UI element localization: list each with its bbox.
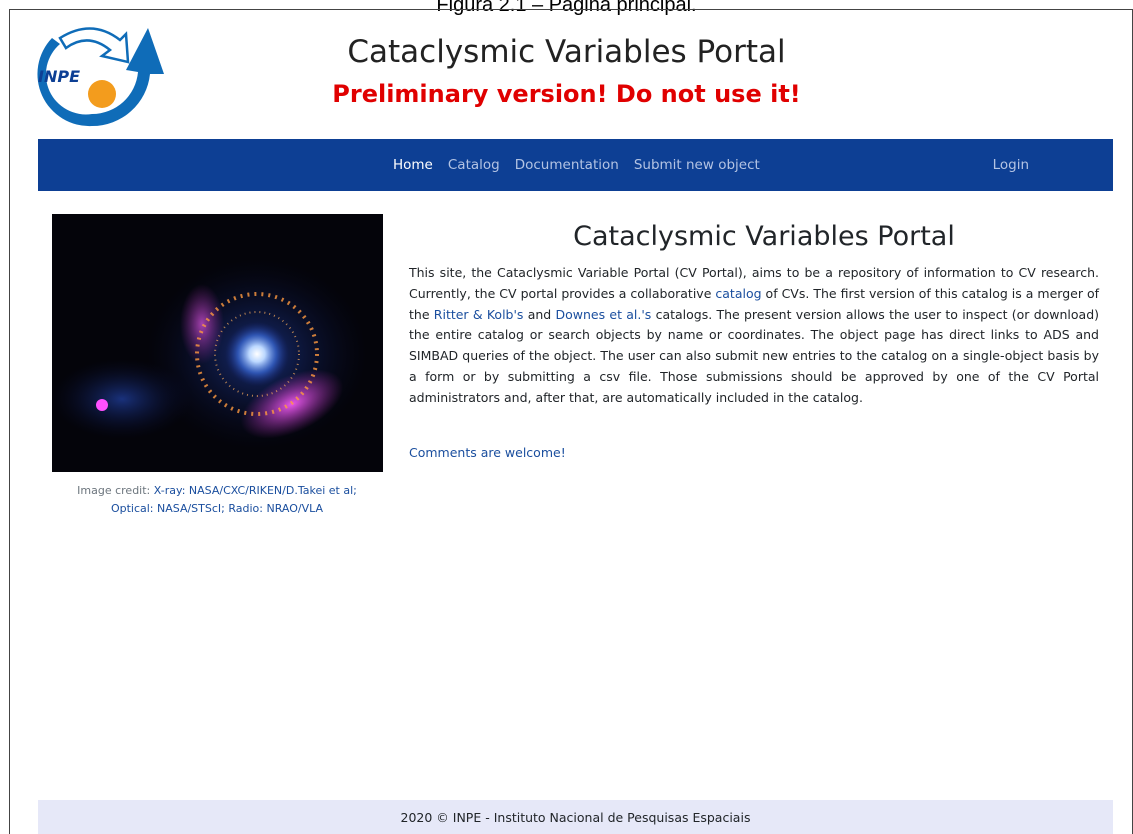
main-title: Cataclysmic Variables Portal	[573, 221, 955, 252]
comments-link[interactable]: Comments are welcome!	[409, 445, 566, 460]
intro-text-3: and	[523, 306, 556, 322]
credit-radio-link[interactable]: Radio: NRAO/VLA	[228, 502, 323, 515]
nav-home[interactable]: Home	[393, 157, 433, 173]
nav-links: Home Catalog Documentation Submit new ob…	[393, 139, 775, 191]
inpe-logo[interactable]: INPE	[30, 14, 180, 134]
nebula-image	[52, 214, 383, 472]
ritter-kolb-link[interactable]: Ritter & Kolb's	[434, 307, 524, 322]
nav-login[interactable]: Login	[993, 139, 1029, 191]
image-credit-prefix: Image credit:	[77, 484, 154, 497]
navbar: Home Catalog Documentation Submit new ob…	[38, 139, 1113, 191]
nebula-pink-left	[180, 284, 224, 364]
credit-optical-link[interactable]: Optical: NASA/STScI;	[111, 502, 225, 515]
downes-link[interactable]: Downes et al.'s	[556, 307, 652, 322]
footer: 2020 © INPE - Instituto Nacional de Pesq…	[38, 800, 1113, 834]
comments: Comments are welcome!	[409, 443, 566, 463]
site-title: Cataclysmic Variables Portal	[347, 34, 786, 70]
intro-paragraph: This site, the Cataclysmic Variable Port…	[409, 263, 1099, 409]
nav-catalog[interactable]: Catalog	[448, 157, 500, 173]
catalog-link[interactable]: catalog	[715, 286, 761, 301]
image-credit: Image credit: X-ray: NASA/CXC/RIKEN/D.Ta…	[50, 482, 384, 518]
pink-knot	[96, 399, 108, 411]
nav-documentation[interactable]: Documentation	[515, 157, 619, 173]
credit-xray-link[interactable]: X-ray: NASA/CXC/RIKEN/D.Takei et al;	[154, 484, 357, 497]
preliminary-warning: Preliminary version! Do not use it!	[332, 80, 801, 108]
nebula-core	[225, 322, 289, 386]
nav-submit-new-object[interactable]: Submit new object	[634, 157, 760, 173]
